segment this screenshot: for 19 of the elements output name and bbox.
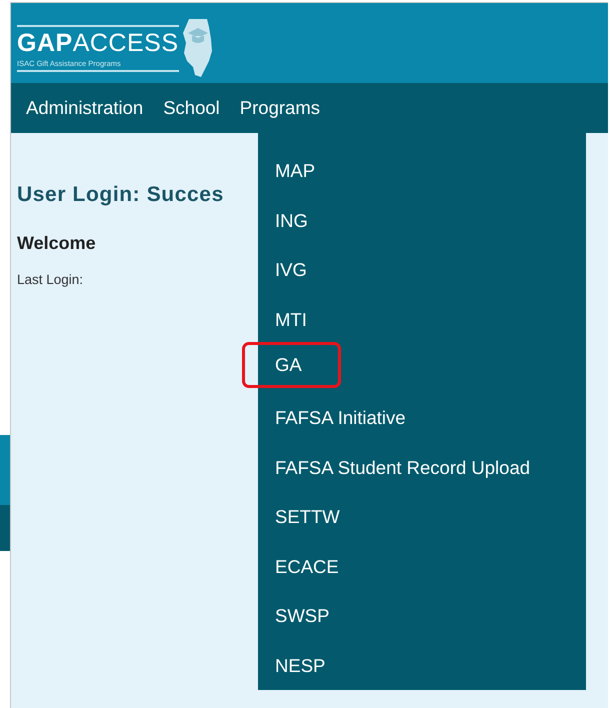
state-map-icon [180, 17, 214, 79]
dropdown-menu-item[interactable]: SWSP [242, 588, 346, 638]
dropdown-menu-item[interactable]: IVG [242, 242, 324, 292]
dropdown-menu-item[interactable]: MTI [242, 292, 324, 341]
last-login-label: Last Login: [17, 272, 84, 287]
page-title: User Login: Succes [17, 183, 225, 207]
logo-wordmark: GAPACCESS [17, 28, 178, 56]
nav-menu-item[interactable]: Administration [17, 83, 152, 133]
welcome-heading: Welcome [17, 233, 97, 254]
dropdown-menu-item[interactable]: GA [242, 342, 341, 388]
dropdown-menu-item[interactable]: FAFSA Student Record Upload [242, 440, 548, 489]
nav-menu-item[interactable]: School [154, 83, 229, 133]
dropdown-menu-item[interactable]: MAP [242, 143, 332, 192]
nav-menu-item[interactable]: Programs [230, 83, 329, 133]
dropdown-menu-item[interactable]: ECACE [242, 538, 356, 588]
dropdown-menu-item[interactable]: ING [242, 192, 325, 242]
dropdown-menu-item[interactable]: SETTW [242, 489, 357, 538]
dropdown-menu-item[interactable]: NESP [242, 638, 342, 687]
dropdown-menu-item[interactable]: FAFSA Initiative [242, 390, 423, 440]
